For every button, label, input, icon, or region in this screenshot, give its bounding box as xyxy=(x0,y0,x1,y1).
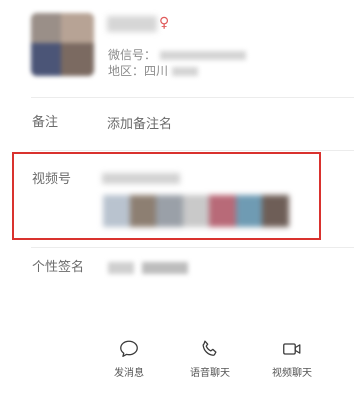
phone-icon xyxy=(202,340,217,356)
signature-redacted xyxy=(108,262,134,274)
divider xyxy=(31,150,354,151)
video-call-label: 视频聊天 xyxy=(272,368,312,379)
remark-label: 备注 xyxy=(32,115,59,130)
channel-thumbnail[interactable] xyxy=(262,195,290,227)
video-camera-icon xyxy=(283,343,301,355)
channels-label: 视频号 xyxy=(32,172,72,187)
chat-bubble-icon xyxy=(120,340,138,357)
send-message-button[interactable]: 发消息 xyxy=(94,338,164,380)
wechat-id-line: 微信号： xyxy=(108,48,247,62)
channel-thumbnail[interactable] xyxy=(156,195,183,227)
divider xyxy=(31,97,354,98)
video-call-button[interactable]: 视频聊天 xyxy=(257,338,327,380)
gender-female-icon: ♀ xyxy=(159,15,170,31)
channel-thumbnail[interactable] xyxy=(103,195,130,227)
send-message-label: 发消息 xyxy=(114,368,144,379)
region-label: 地区： xyxy=(108,64,145,78)
avatar[interactable] xyxy=(31,13,94,76)
region-city-redacted xyxy=(172,67,199,76)
signature-redacted xyxy=(142,262,188,274)
voice-call-label: 语音聊天 xyxy=(190,368,230,379)
channel-thumbnail[interactable] xyxy=(182,195,210,227)
wechat-id-redacted xyxy=(160,51,247,60)
region-value: 四川 xyxy=(144,64,169,78)
signature-label: 个性签名 xyxy=(32,260,85,275)
nickname-redacted xyxy=(107,16,157,32)
wechat-id-label: 微信号： xyxy=(108,48,157,62)
region-line: 地区：四川 xyxy=(108,64,199,78)
channels-thumbnails[interactable] xyxy=(103,195,290,227)
remark-add-field[interactable]: 添加备注名 xyxy=(107,117,172,133)
channel-thumbnail[interactable] xyxy=(129,195,157,227)
channel-thumbnail[interactable] xyxy=(235,195,263,227)
divider xyxy=(31,247,354,248)
channel-thumbnail[interactable] xyxy=(209,195,236,227)
channels-name-redacted[interactable] xyxy=(102,173,180,184)
voice-call-button[interactable]: 语音聊天 xyxy=(175,338,245,380)
